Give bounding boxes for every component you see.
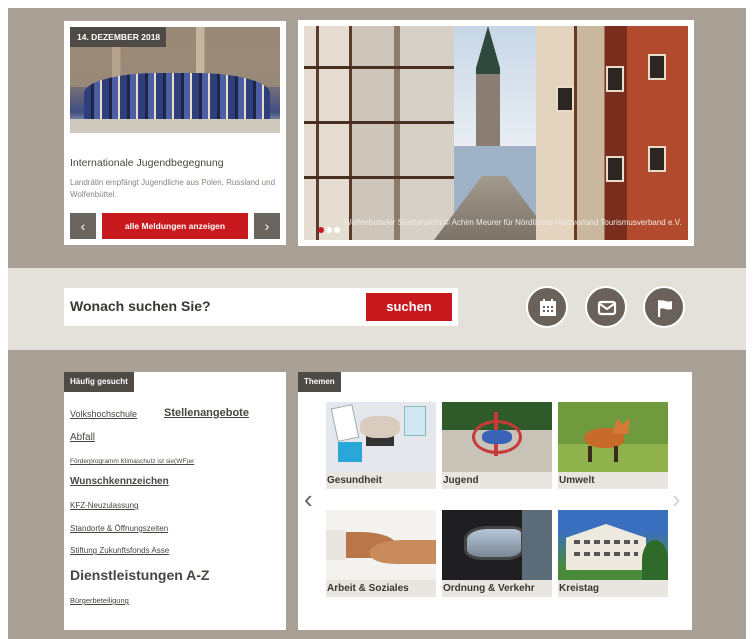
link-standorte-oeffnungszeiten[interactable]: Standorte & Öffnungszeiten [70,524,168,533]
topics-prev-arrow[interactable]: ‹ [304,484,313,515]
calendar-button[interactable] [526,286,568,328]
calendar-icon [540,299,556,316]
topic-tile-kreistag[interactable]: Kreistag [558,510,668,597]
flag-button[interactable] [643,286,685,328]
timber-beam [304,66,454,69]
link-volkshochschule[interactable]: Volkshochschule [70,409,137,419]
topics-panel: Themen ‹ › Gesundheit Jugend Umwelt Arbe… [298,372,692,630]
hero-slider: Wolfenbütteler Stadtansicht © Achim Meur… [298,20,694,246]
flag-icon [658,300,672,317]
topic-image-county-council [558,510,668,580]
slider-dots [318,220,342,238]
hero-image: Wolfenbütteler Stadtansicht © Achim Meur… [304,26,688,240]
topic-tile-gesundheit[interactable]: Gesundheit [326,402,436,489]
group-of-people [84,73,270,123]
window [648,146,666,172]
frequently-searched-title: Häufig gesucht [64,372,134,392]
topic-label: Kreistag [558,580,668,597]
topic-label: Arbeit & Soziales [326,580,436,597]
half-timbered-houses-right [536,26,688,240]
news-next-button[interactable]: › [254,213,280,239]
half-timbered-houses-left [304,26,454,240]
news-title[interactable]: Internationale Jugendbegegnung [70,157,224,169]
topics-title: Themen [298,372,341,392]
search-box[interactable]: Wonach suchen Sie? suchen [64,288,458,326]
topic-label: Gesundheit [326,472,436,489]
topic-label: Ordnung & Verkehr [442,580,552,597]
slider-dot-1[interactable] [318,227,324,233]
link-foerderprogramm-klimaschutz[interactable]: Förderprogramm Klimaschutz ist sie(WF)er [70,458,194,465]
topics-next-arrow[interactable]: › [672,484,681,515]
search-input[interactable]: Wonach suchen Sie? [70,298,211,314]
link-kfz-neuzulassung[interactable]: KFZ-Neuzulassung [70,501,138,510]
topic-tile-arbeit-soziales[interactable]: Arbeit & Soziales [326,510,436,597]
search-button[interactable]: suchen [366,293,452,321]
mail-button[interactable] [585,286,627,328]
ground [70,119,280,133]
slider-dot-2[interactable] [326,227,332,233]
hero-caption: Wolfenbütteler Stadtansicht © Achim Meur… [344,218,682,227]
topic-image-health [326,402,436,472]
topic-image-work-social [326,510,436,580]
news-date-badge: 14. DEZEMBER 2018 [70,27,166,47]
mail-icon [597,300,617,316]
link-stellenangebote[interactable]: Stellenangebote [164,407,249,419]
link-stiftung-zukunftsfonds-asse[interactable]: Stiftung Zukunftsfonds Asse [70,546,169,555]
topic-label: Jugend [442,472,552,489]
topic-tile-ordnung-verkehr[interactable]: Ordnung & Verkehr [442,510,552,597]
window [556,86,574,112]
news-teaser: Landrätin empfängt Jugendliche aus Polen… [70,178,276,199]
timber-beam [304,121,454,124]
all-news-button[interactable]: alle Meldungen anzeigen [102,213,248,239]
topic-image-environment [558,402,668,472]
topic-tile-umwelt[interactable]: Umwelt [558,402,668,489]
topic-label: Umwelt [558,472,668,489]
topic-image-traffic [442,510,552,580]
topic-image-youth [442,402,552,472]
timber-beam [304,176,454,179]
link-buergerbeteiligung[interactable]: Bürgerbeteiligung [70,596,129,605]
window [648,54,666,80]
topic-tile-jugend[interactable]: Jugend [442,402,552,489]
frequently-searched-panel: Häufig gesucht Volkshochschule Stellenan… [64,372,286,630]
slider-dot-3[interactable] [334,227,340,233]
window [606,156,624,182]
link-wunschkennzeichen[interactable]: Wunschkennzeichen [70,476,169,487]
link-dienstleistungen-a-z[interactable]: Dienstleistungen A-Z [70,567,210,583]
window [606,66,624,92]
news-prev-button[interactable]: ‹ [70,213,96,239]
link-abfall[interactable]: Abfall [70,432,95,443]
news-card: 14. DEZEMBER 2018 Internationale Jugendb… [64,21,286,245]
